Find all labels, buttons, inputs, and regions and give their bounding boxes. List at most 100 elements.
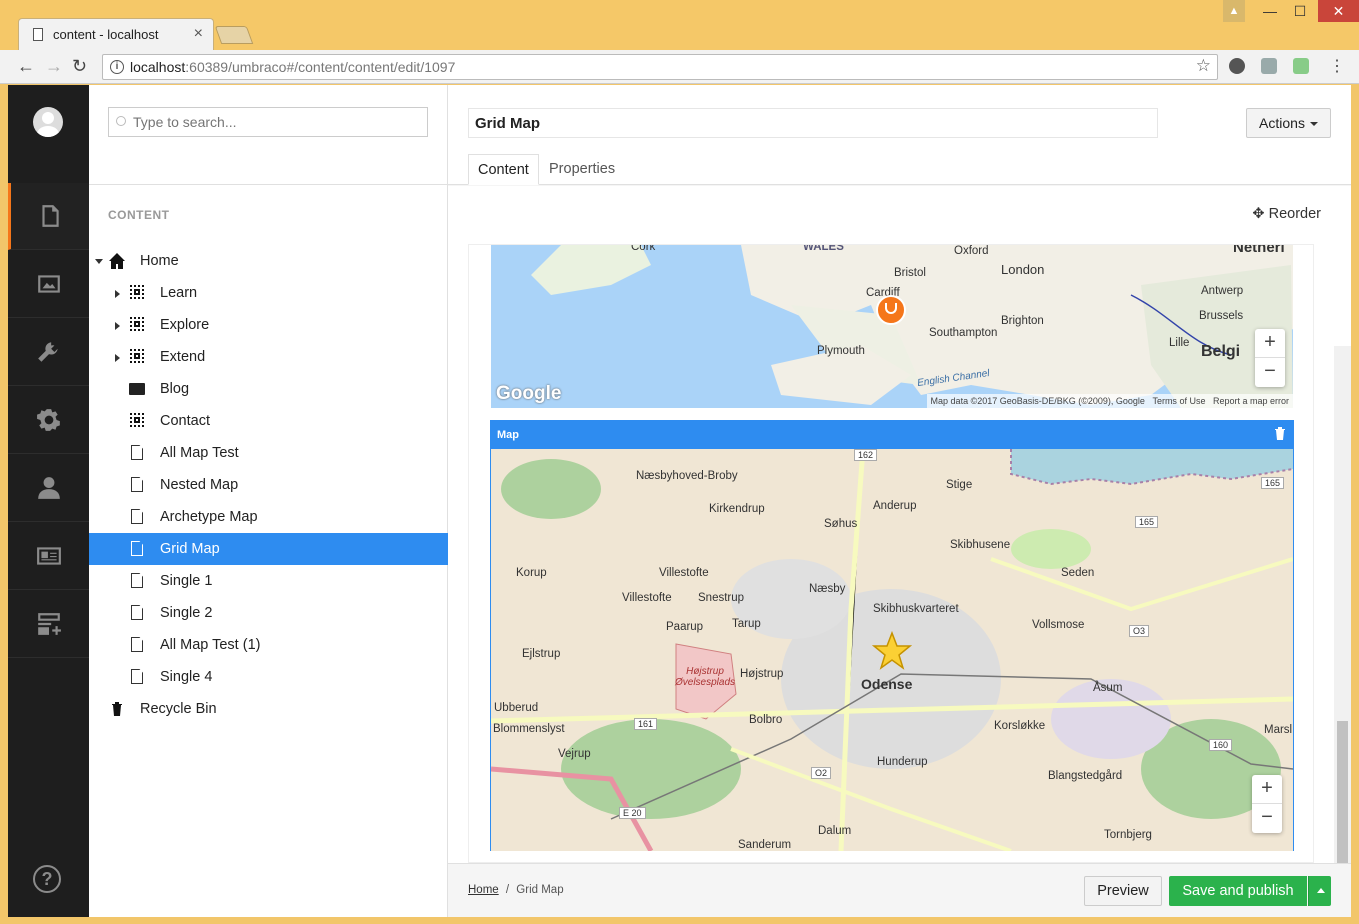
document-icon (131, 669, 143, 684)
home-icon (109, 253, 125, 269)
expand-caret-icon[interactable] (115, 290, 120, 298)
minimize-button[interactable]: — (1255, 0, 1285, 22)
extension-js-icon[interactable] (1293, 58, 1309, 74)
editor-scrollbar[interactable] (1334, 346, 1351, 863)
map-label: Hunderup (877, 756, 928, 768)
tree-node-home[interactable]: Home (89, 245, 448, 277)
map-label: Paarup (666, 621, 704, 633)
map-label: Ubberud (494, 702, 539, 714)
map-label: Højstrup (740, 668, 784, 680)
close-tab-icon[interactable]: × (194, 25, 203, 43)
tree-node-single-4[interactable]: Single 4 (89, 661, 448, 693)
user-avatar[interactable] (33, 107, 63, 137)
bookmark-star-icon[interactable]: ☆ (1196, 56, 1211, 76)
tab-content[interactable]: Content (468, 154, 539, 185)
document-icon (131, 605, 143, 620)
tree-node-recycle-bin[interactable]: Recycle Bin (89, 693, 448, 725)
publish-options-caret-icon[interactable] (1308, 876, 1331, 906)
map-label: Kirkendrup (709, 503, 765, 515)
map-label: Lille (1169, 337, 1190, 349)
tree-node-single-1[interactable]: Single 1 (89, 565, 448, 597)
help-icon[interactable]: ? (33, 865, 61, 893)
leaflet-map[interactable]: Næsbyhoved-Broby Kirkendrup Søhus Anderu… (491, 449, 1293, 851)
report-link[interactable]: Report a map error (1213, 396, 1289, 406)
grid-icon (130, 413, 144, 427)
map1-zoom-control: + − (1255, 329, 1285, 387)
id-card-icon (36, 547, 61, 565)
forward-arrow-icon[interactable]: → (45, 56, 63, 77)
collapse-caret-icon[interactable] (95, 259, 103, 264)
user-profile-icon[interactable]: ▲ (1223, 0, 1245, 22)
reorder-button[interactable]: ✥ Reorder (1252, 206, 1321, 222)
tree-node-label: Grid Map (160, 541, 220, 557)
section-developer[interactable] (8, 387, 89, 454)
new-tab-button[interactable] (214, 26, 254, 44)
trash-icon[interactable] (1275, 427, 1285, 440)
reload-icon[interactable]: ↻ (72, 56, 87, 77)
tree-node-archetype-map[interactable]: Archetype Map (89, 501, 448, 533)
map-label: London (1001, 262, 1045, 277)
section-users[interactable] (8, 455, 89, 522)
road-shield: E 20 (619, 807, 646, 819)
section-settings[interactable] (8, 319, 89, 386)
tree-node-contact[interactable]: Contact (89, 405, 448, 437)
zoom-in-button[interactable]: + (1252, 775, 1282, 804)
google-map[interactable]: Cork WALES Oxford Bristol London Cardiff… (491, 245, 1293, 408)
scrollbar-thumb[interactable] (1337, 721, 1348, 863)
search-input[interactable] (108, 107, 428, 137)
tree-node-all-map-test-1[interactable]: All Map Test (1) (89, 629, 448, 661)
tree-node-single-2[interactable]: Single 2 (89, 597, 448, 629)
info-icon[interactable]: i (110, 60, 124, 74)
extension-download-icon[interactable] (1261, 58, 1277, 74)
map-label: Højstrup Øvelsesplads (675, 666, 736, 688)
tree-node-blog[interactable]: Blog (89, 373, 448, 405)
section-media[interactable] (8, 251, 89, 318)
editor-body: ✥ Reorder Cork WALES Oxford Bristol Lond… (448, 186, 1351, 863)
preview-button[interactable]: Preview (1084, 876, 1162, 906)
tree-node-extend[interactable]: Extend (89, 341, 448, 373)
save-and-publish-button[interactable]: Save and publish (1169, 876, 1307, 906)
section-nav: ? (8, 85, 89, 917)
map-label: Ejlstrup (522, 648, 561, 660)
tree-node-learn[interactable]: Learn (89, 277, 448, 309)
zoom-out-button[interactable]: − (1255, 358, 1285, 387)
url-field[interactable]: i localhost:60389/umbraco#/content/conte… (102, 54, 1218, 80)
tree-node-label: Home (140, 253, 179, 269)
maximize-button[interactable]: ☐ (1285, 0, 1315, 22)
menu-dots-icon[interactable]: ⋮ (1329, 56, 1345, 76)
umbraco-marker-icon[interactable] (876, 295, 906, 325)
map-label: Oxford (954, 245, 989, 257)
tab-properties[interactable]: Properties (540, 154, 624, 185)
zoom-out-button[interactable]: − (1252, 804, 1282, 833)
road-shield: 160 (1209, 739, 1233, 751)
terms-link[interactable]: Terms of Use (1152, 396, 1205, 406)
tree-node-label: Explore (160, 317, 210, 333)
breadcrumb-home-link[interactable]: Home (468, 884, 499, 896)
map-label: Korsløkke (994, 720, 1046, 732)
tree-node-label: Nested Map (160, 477, 239, 493)
page-icon (33, 28, 43, 41)
road-shield: 165 (1261, 477, 1285, 489)
actions-button[interactable]: Actions (1246, 108, 1331, 138)
map-label: Tornbjerg (1104, 829, 1152, 841)
node-name-field[interactable] (468, 108, 1158, 138)
back-arrow-icon[interactable]: ← (17, 56, 35, 77)
browser-tab[interactable]: content - localhost × (18, 18, 214, 50)
tree-node-nested-map[interactable]: Nested Map (89, 469, 448, 501)
zoom-in-button[interactable]: + (1255, 329, 1285, 358)
star-marker-icon[interactable] (872, 631, 912, 671)
tree-node-explore[interactable]: Explore (89, 309, 448, 341)
trash-icon (112, 702, 122, 716)
map-label: Sanderum (738, 839, 792, 851)
document-icon (131, 445, 143, 460)
close-window-button[interactable]: ✕ (1318, 0, 1359, 22)
section-members[interactable] (8, 523, 89, 590)
expand-caret-icon[interactable] (115, 354, 120, 362)
map-label: Brighton (1001, 315, 1044, 327)
section-forms[interactable] (8, 591, 89, 658)
extension-globe-icon[interactable] (1229, 58, 1245, 74)
expand-caret-icon[interactable] (115, 322, 120, 330)
tree-node-all-map-test[interactable]: All Map Test (89, 437, 448, 469)
section-content[interactable] (8, 183, 89, 250)
tree-node-grid-map[interactable]: Grid Map (89, 533, 448, 565)
